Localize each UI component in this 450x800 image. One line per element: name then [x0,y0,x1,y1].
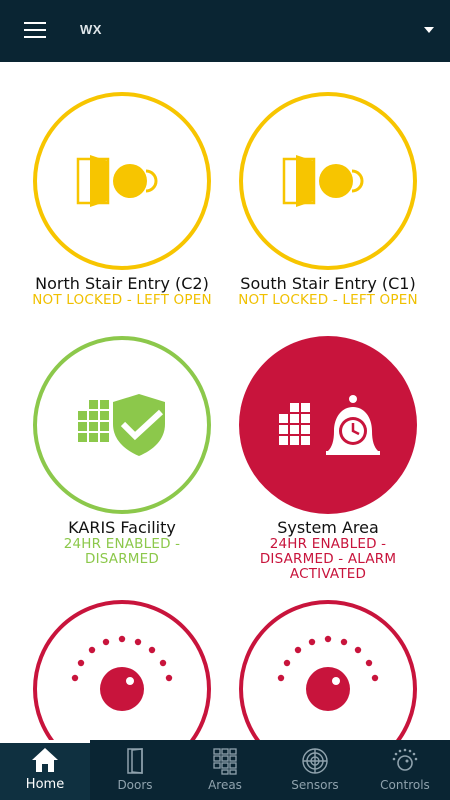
door-icon [127,748,143,774]
area-disarmed-shield-icon [78,394,165,456]
door-unlocked-icon [282,155,364,207]
areas-grid-icon [213,748,237,775]
control-dial-icon [277,635,379,711]
tile-status-line: ACTIVATED [289,566,367,582]
tile-name: South Stair Entry (C1) [240,274,416,293]
nav-label: Sensors [291,778,339,792]
nav-label: Home [25,777,65,792]
tile-status-line: DISARMED [85,551,159,567]
tile-name: North Stair Entry (C2) [35,274,209,293]
door-unlocked-icon [76,155,158,207]
door-status-circle [239,92,417,270]
control-tile[interactable] [20,600,224,740]
area-alarm-bell-icon [279,395,380,455]
tile-name: KARIS Facility [68,518,176,537]
tile-status: NOT LOCKED - LEFT OPEN [32,292,212,308]
site-title[interactable]: WX [80,22,102,37]
nav-label: Doors [117,778,153,792]
nav-home[interactable]: Home [0,740,90,800]
bottom-navigation: Home Doors Areas Sensors Controls [0,740,450,800]
nav-controls[interactable]: Controls [360,740,450,800]
control-dial-icon [71,635,173,711]
area-tile-karis-facility[interactable]: KARIS Facility 24HR ENABLED - DISARMED [20,336,224,567]
control-status-circle [239,600,417,740]
area-status-circle [239,336,417,514]
control-status-circle [33,600,211,740]
area-tile-system-area[interactable]: System Area 24HR ENABLED - DISARMED - AL… [226,336,430,582]
door-status-circle [33,92,211,270]
nav-label: Areas [208,778,242,792]
nav-areas[interactable]: Areas [180,740,270,800]
nav-label: Controls [380,778,430,792]
door-tile-south-stair[interactable]: South Stair Entry (C1) NOT LOCKED - LEFT… [226,92,430,308]
tile-status: NOT LOCKED - LEFT OPEN [238,292,418,308]
area-status-circle [33,336,211,514]
caret-down-icon[interactable] [424,27,434,33]
nav-doors[interactable]: Doors [90,740,180,800]
tile-status-line: 24HR ENABLED - [63,536,181,552]
tile-status-line: DISARMED - ALARM [259,551,397,567]
radar-icon [302,748,328,774]
dial-icon [392,748,418,771]
control-tile[interactable] [226,600,430,740]
nav-sensors[interactable]: Sensors [270,740,360,800]
hamburger-icon[interactable] [24,22,46,40]
tiles-grid: North Stair Entry (C2) NOT LOCKED - LEFT… [0,62,450,740]
tile-status-line: 24HR ENABLED - [269,536,387,552]
tile-name: System Area [277,518,379,537]
door-tile-north-stair[interactable]: North Stair Entry (C2) NOT LOCKED - LEFT… [20,92,224,308]
home-icon [32,748,58,772]
top-app-bar: WX [0,0,450,62]
